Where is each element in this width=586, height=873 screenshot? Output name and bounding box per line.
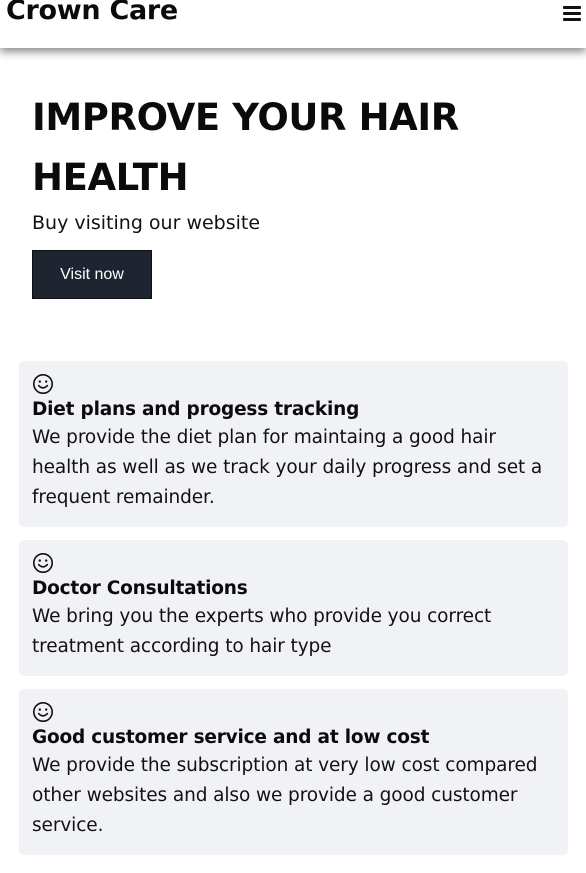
feature-description: We provide the diet plan for maintaing a… xyxy=(32,427,543,508)
hero-section: IMPROVE YOUR HAIR HEALTH Buy visiting ou… xyxy=(32,88,552,299)
feature-card-doctor-consultations: Doctor Consultations We bring you the ex… xyxy=(19,540,568,676)
menu-bar xyxy=(563,12,581,15)
menu-bar xyxy=(563,6,581,9)
smiley-face-icon xyxy=(33,702,53,722)
feature-description: We bring you the experts who provide you… xyxy=(32,606,492,657)
smiley-face-icon xyxy=(33,553,53,573)
top-navbar: Crown Care xyxy=(0,0,586,48)
feature-card-diet-plans: Diet plans and progess tracking We provi… xyxy=(19,361,568,527)
hamburger-menu-icon[interactable] xyxy=(563,4,581,21)
feature-description: We provide the subscription at very low … xyxy=(32,755,538,836)
feature-card-customer-service: Good customer service and at low cost We… xyxy=(19,689,568,855)
visit-now-button[interactable]: Visit now xyxy=(32,250,152,299)
features-list: Diet plans and progess tracking We provi… xyxy=(19,361,568,868)
feature-title: Diet plans and progess tracking xyxy=(32,399,360,420)
brand-logo-text[interactable]: Crown Care xyxy=(6,0,178,26)
hero-title: IMPROVE YOUR HAIR HEALTH xyxy=(32,96,459,199)
feature-title: Good customer service and at low cost xyxy=(32,727,430,748)
hero-subtitle: Buy visiting our website xyxy=(32,212,261,234)
feature-title: Doctor Consultations xyxy=(32,578,248,599)
smiley-face-icon xyxy=(33,374,53,394)
menu-bar xyxy=(563,18,581,21)
